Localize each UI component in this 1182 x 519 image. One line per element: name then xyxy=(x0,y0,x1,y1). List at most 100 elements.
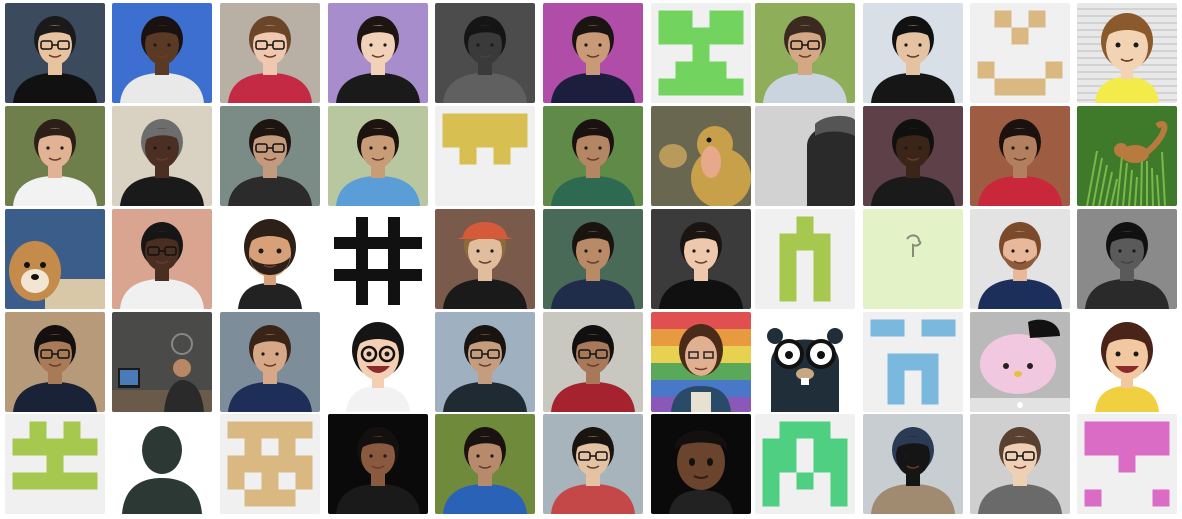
avatar-image xyxy=(970,312,1070,412)
avatar-identicon[interactable] xyxy=(755,209,855,309)
avatar-photo[interactable] xyxy=(755,3,855,103)
avatar-photo[interactable] xyxy=(970,209,1070,309)
avatar-desk[interactable] xyxy=(112,312,212,412)
avatar-photo[interactable] xyxy=(220,106,320,206)
avatar-identicon[interactable] xyxy=(5,414,105,514)
identicon-image xyxy=(863,312,963,412)
avatar-image xyxy=(863,209,963,309)
avatar-image xyxy=(220,3,320,103)
avatar-image xyxy=(5,209,105,309)
avatar-gray[interactable] xyxy=(755,106,855,206)
avatar-photo[interactable] xyxy=(112,3,212,103)
avatar-photo[interactable] xyxy=(543,106,643,206)
avatar-image xyxy=(220,106,320,206)
avatar-photo[interactable] xyxy=(112,106,212,206)
avatar-image xyxy=(112,209,212,309)
identicon-image xyxy=(651,3,751,103)
avatar-photo[interactable] xyxy=(220,312,320,412)
avatar-photo[interactable] xyxy=(5,106,105,206)
identicon-image xyxy=(1077,414,1177,514)
avatar-identicon[interactable] xyxy=(755,414,855,514)
avatar-cartoon[interactable] xyxy=(220,209,320,309)
avatar-photo[interactable] xyxy=(328,414,428,514)
avatar-image xyxy=(328,106,428,206)
avatar-image xyxy=(5,106,105,206)
avatar-photo[interactable] xyxy=(543,209,643,309)
avatar-image xyxy=(112,312,212,412)
avatar-photo[interactable] xyxy=(543,3,643,103)
avatar-duck[interactable] xyxy=(651,106,751,206)
avatar-identicon[interactable] xyxy=(863,312,963,412)
avatar-dog[interactable] xyxy=(5,209,105,309)
avatar-photo[interactable] xyxy=(328,3,428,103)
avatar-photo[interactable] xyxy=(328,106,428,206)
avatar-identicon[interactable] xyxy=(970,3,1070,103)
avatar-photo[interactable] xyxy=(863,106,963,206)
identicon-image xyxy=(970,3,1070,103)
avatar-image xyxy=(220,312,320,412)
avatar-image xyxy=(543,3,643,103)
avatar-photo[interactable] xyxy=(5,3,105,103)
avatar-image xyxy=(435,209,535,309)
avatar-cartoon[interactable] xyxy=(1077,3,1177,103)
avatar-image xyxy=(651,312,751,412)
avatar-image xyxy=(970,209,1070,309)
identicon-image xyxy=(755,209,855,309)
avatar-photo[interactable] xyxy=(543,312,643,412)
avatar-image xyxy=(112,3,212,103)
avatar-image xyxy=(543,414,643,514)
avatar-identicon[interactable] xyxy=(220,414,320,514)
avatar-image xyxy=(755,106,855,206)
avatar-photo[interactable] xyxy=(543,414,643,514)
avatar-grid xyxy=(0,0,1182,519)
avatar-image xyxy=(328,312,428,412)
avatar-squirrel[interactable] xyxy=(1077,106,1177,206)
avatar-cartoon[interactable] xyxy=(328,312,428,412)
avatar-photo[interactable] xyxy=(220,3,320,103)
avatar-image xyxy=(5,312,105,412)
identicon-image xyxy=(435,106,535,206)
avatar-identicon[interactable] xyxy=(1077,414,1177,514)
avatar-image xyxy=(543,106,643,206)
avatar-image xyxy=(1077,209,1177,309)
avatar-image xyxy=(863,106,963,206)
avatar-identicon[interactable] xyxy=(435,106,535,206)
avatar-image xyxy=(220,209,320,309)
avatar-photo[interactable] xyxy=(970,414,1070,514)
avatar-photo[interactable] xyxy=(435,209,535,309)
avatar-photo[interactable] xyxy=(1077,209,1177,309)
avatar-image xyxy=(328,3,428,103)
avatar-identicon[interactable] xyxy=(651,3,751,103)
avatar-cartoon[interactable] xyxy=(1077,312,1177,412)
avatar-image xyxy=(543,209,643,309)
avatar-image xyxy=(543,312,643,412)
avatar-image xyxy=(970,106,1070,206)
avatar-memoji[interactable] xyxy=(651,414,751,514)
identicon-image xyxy=(755,414,855,514)
avatar-silhouette[interactable] xyxy=(112,414,212,514)
avatar-photo[interactable] xyxy=(651,209,751,309)
avatar-kitty[interactable] xyxy=(970,312,1070,412)
avatar-image xyxy=(328,209,428,309)
avatar-sketch[interactable] xyxy=(863,209,963,309)
identicon-image xyxy=(5,414,105,514)
avatar-photo[interactable] xyxy=(863,3,963,103)
avatar-image xyxy=(435,312,535,412)
identicon-image xyxy=(220,414,320,514)
avatar-photo[interactable] xyxy=(5,312,105,412)
avatar-photo[interactable] xyxy=(863,414,963,514)
avatar-photo[interactable] xyxy=(435,312,535,412)
avatar-photo[interactable] xyxy=(435,3,535,103)
avatar-gopher[interactable] xyxy=(755,312,855,412)
avatar-image xyxy=(651,106,751,206)
avatar-image xyxy=(863,414,963,514)
avatar-photo[interactable] xyxy=(970,106,1070,206)
avatar-image xyxy=(970,414,1070,514)
avatar-hash[interactable] xyxy=(328,209,428,309)
avatar-photo[interactable] xyxy=(435,414,535,514)
avatar-photo[interactable] xyxy=(112,209,212,309)
avatar-image xyxy=(1077,312,1177,412)
avatar-image xyxy=(5,3,105,103)
avatar-image xyxy=(1077,3,1177,103)
avatar-rainbow[interactable] xyxy=(651,312,751,412)
